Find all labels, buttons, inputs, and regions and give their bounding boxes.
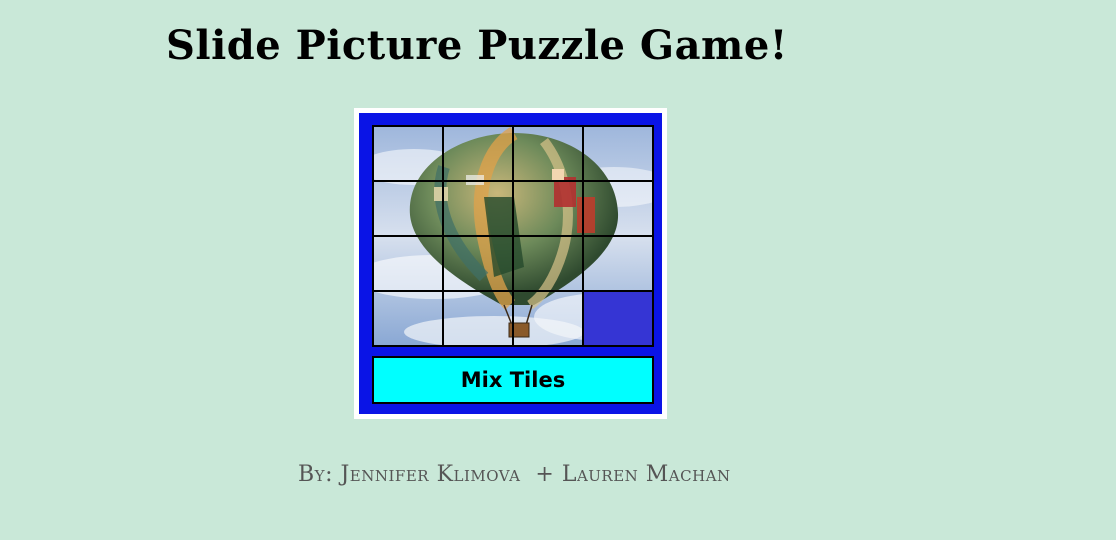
balloon-picture-slice: [514, 237, 582, 290]
puzzle-tile[interactable]: [514, 292, 582, 345]
puzzle-tile[interactable]: [514, 127, 582, 180]
puzzle-tile[interactable]: [584, 237, 652, 290]
empty-tile[interactable]: [584, 292, 652, 345]
balloon-picture-slice: [374, 182, 442, 235]
balloon-picture-slice: [584, 182, 652, 235]
puzzle-tile[interactable]: [514, 237, 582, 290]
balloon-picture-slice: [514, 292, 582, 345]
balloon-picture-slice: [584, 237, 652, 290]
balloon-picture-slice: [514, 182, 582, 235]
puzzle-tile[interactable]: [374, 127, 442, 180]
puzzle-tile[interactable]: [444, 127, 512, 180]
puzzle-tile[interactable]: [444, 182, 512, 235]
puzzle-tile[interactable]: [374, 182, 442, 235]
balloon-picture-slice: [444, 292, 512, 345]
balloon-picture-slice: [374, 237, 442, 290]
puzzle-panel: Mix Tiles: [359, 113, 662, 414]
balloon-picture-slice: [374, 127, 442, 180]
mix-tiles-button[interactable]: Mix Tiles: [372, 356, 654, 404]
puzzle-tile[interactable]: [374, 292, 442, 345]
balloon-picture-slice: [514, 127, 582, 180]
credits: By: Jennifer Klimova + Lauren Machan: [298, 462, 731, 487]
balloon-picture-slice: [584, 127, 652, 180]
page-title: Slide Picture Puzzle Game!: [166, 22, 788, 69]
puzzle-tile[interactable]: [584, 127, 652, 180]
puzzle-tile[interactable]: [584, 182, 652, 235]
balloon-picture-slice: [444, 237, 512, 290]
balloon-picture-slice: [444, 127, 512, 180]
balloon-picture-slice: [444, 182, 512, 235]
puzzle-tile[interactable]: [444, 292, 512, 345]
puzzle-frame: Mix Tiles: [354, 108, 667, 419]
puzzle-tile[interactable]: [444, 237, 512, 290]
tile-grid: [372, 125, 654, 347]
puzzle-tile[interactable]: [514, 182, 582, 235]
puzzle-tile[interactable]: [374, 237, 442, 290]
balloon-picture-slice: [374, 292, 442, 345]
